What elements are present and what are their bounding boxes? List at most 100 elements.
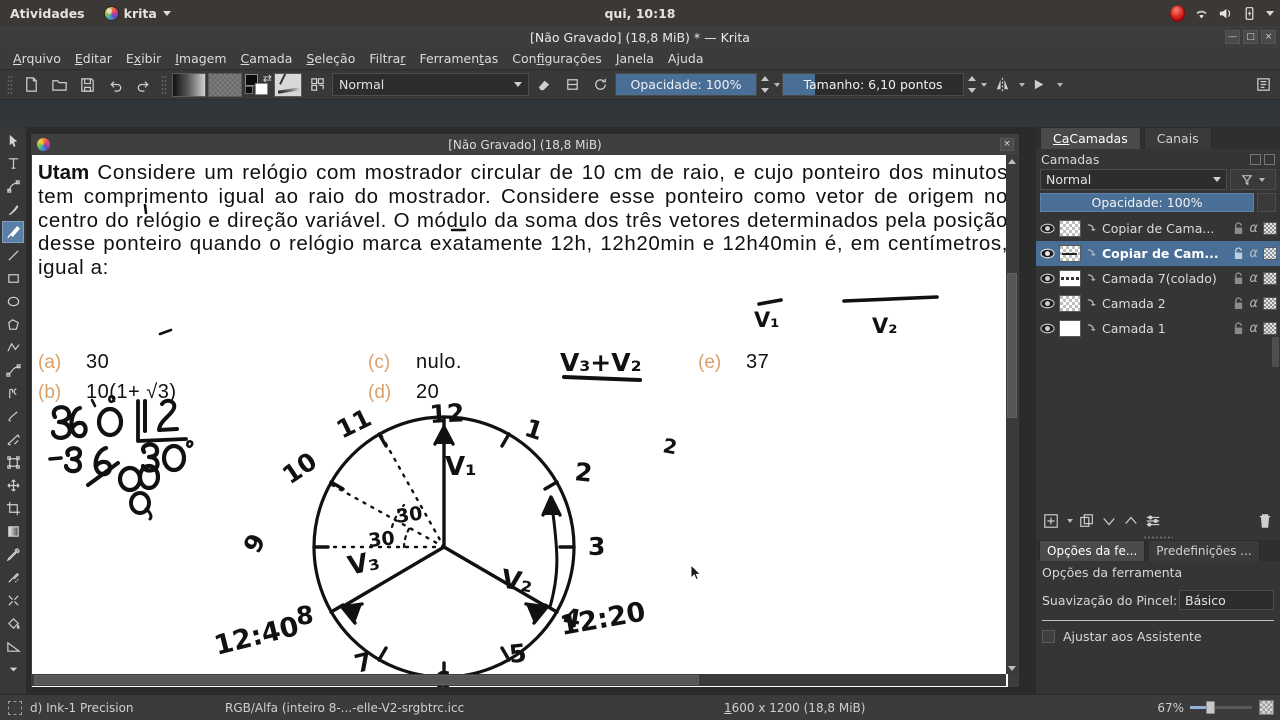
canvas-vertical-scrollbar[interactable] (1006, 155, 1018, 674)
menu-arquivo[interactable]: AArquivorquivo (6, 48, 68, 69)
visibility-eye-icon[interactable] (1040, 296, 1055, 311)
gradient-swatch[interactable] (172, 72, 206, 97)
colorize-mask-icon[interactable] (2, 566, 24, 588)
layer-style-icon[interactable] (1263, 247, 1277, 260)
selection-mask-icon[interactable] (8, 700, 22, 715)
size-slider[interactable]: Tamanho: 6,10 pontos (782, 73, 964, 96)
mirror-h-dropdown-icon[interactable] (1019, 82, 1025, 87)
canvas-thumbnail-icon[interactable] (1259, 700, 1274, 715)
mirror-v-dropdown-icon[interactable] (1057, 82, 1063, 87)
alpha-lock-icon[interactable]: α (1249, 321, 1258, 336)
ellipse-tool[interactable] (2, 290, 24, 312)
lock-icon[interactable] (1233, 297, 1244, 310)
lock-icon[interactable] (1233, 272, 1244, 285)
menu-ajuda[interactable]: Ajuda (661, 48, 711, 69)
record-indicator-icon[interactable] (1170, 4, 1185, 22)
polyline-tool[interactable] (2, 336, 24, 358)
inherit-alpha-icon[interactable] (1085, 222, 1098, 235)
layer-opacity-extra-button[interactable] (1257, 193, 1276, 212)
current-brush-preset[interactable]: d) Ink-1 Precision (30, 701, 225, 715)
visibility-eye-icon[interactable] (1040, 271, 1055, 286)
toolbar-grip-2[interactable] (161, 74, 167, 95)
horizontal-scrollbar-thumb[interactable] (34, 675, 699, 685)
battery-icon[interactable] (1242, 6, 1257, 21)
smart-patch-icon[interactable] (2, 589, 24, 611)
foreground-background-colors[interactable]: ⇄ (244, 72, 272, 97)
alpha-lock-icon[interactable]: α (1249, 271, 1258, 286)
menu-exibir[interactable]: Exibir (119, 48, 168, 69)
duplicate-layer-icon[interactable] (1079, 513, 1095, 529)
tab-predefinicoes[interactable]: Predefinições ... (1148, 540, 1260, 561)
menu-configuracoes[interactable]: Configurações (505, 48, 609, 69)
close-button[interactable]: × (1261, 30, 1276, 44)
add-layer-icon[interactable] (1043, 513, 1059, 529)
alpha-lock-icon[interactable]: α (1249, 246, 1258, 261)
maximize-button[interactable]: □ (1243, 30, 1258, 44)
layer-style-icon[interactable] (1263, 297, 1277, 310)
lock-icon[interactable] (1233, 222, 1244, 235)
alpha-lock-icon[interactable]: α (1249, 221, 1258, 236)
layer-name[interactable]: Camada 7(colado) (1102, 271, 1229, 286)
layer-filter-button[interactable] (1230, 169, 1276, 190)
scroll-up-arrow-icon[interactable] (1006, 155, 1018, 167)
menu-janela[interactable]: Janela (609, 48, 661, 69)
zoom-slider[interactable] (1190, 701, 1252, 715)
blending-mode-select[interactable]: Normal (332, 73, 529, 96)
gradient-tool-icon[interactable] (2, 520, 24, 542)
save-disk-icon[interactable] (74, 73, 100, 97)
subwindow-close-button[interactable]: × (1000, 138, 1014, 151)
layer-style-icon[interactable] (1263, 222, 1277, 235)
move-layer-up-icon[interactable] (1123, 513, 1139, 529)
layer-name[interactable]: Copiar de Cam... (1102, 246, 1229, 261)
snap-to-assistant-checkbox[interactable] (1042, 630, 1055, 643)
brush-presets-grid-icon[interactable] (304, 73, 330, 97)
polygon-tool[interactable] (2, 313, 24, 335)
menu-editar[interactable]: Editar (68, 48, 119, 69)
opacity-spinner[interactable] (759, 73, 770, 96)
clock[interactable]: qui, 10:18 (0, 6, 1280, 21)
text-tool[interactable] (2, 152, 24, 174)
layer-name[interactable]: Copiar de Cama... (1102, 221, 1229, 236)
multibrush-tool[interactable] (2, 428, 24, 450)
visibility-eye-icon[interactable] (1040, 221, 1055, 236)
delete-layer-icon[interactable] (1257, 513, 1273, 529)
inherit-alpha-icon[interactable] (1085, 272, 1098, 285)
transform-tool[interactable] (2, 451, 24, 473)
volume-icon[interactable] (1218, 6, 1233, 21)
dynamic-brush-tool[interactable] (2, 405, 24, 427)
vertical-scrollbar-thumb[interactable] (1007, 273, 1017, 418)
layer-row-2[interactable]: Camada 7(colado) α (1036, 266, 1280, 291)
inherit-alpha-icon[interactable] (1085, 322, 1098, 335)
inherit-alpha-icon[interactable] (1085, 247, 1098, 260)
visibility-eye-icon[interactable] (1040, 246, 1055, 261)
layer-properties-icon[interactable] (1145, 513, 1161, 529)
layer-row-4[interactable]: Camada 1 α (1036, 316, 1280, 341)
canvas-horizontal-scrollbar[interactable] (32, 674, 1006, 686)
preserve-alpha-icon[interactable] (559, 73, 585, 97)
layer-opacity-slider[interactable]: Opacidade: 100% (1040, 193, 1254, 212)
menu-camada[interactable]: Camada (234, 48, 300, 69)
reload-preset-icon[interactable] (587, 73, 613, 97)
layer-style-icon[interactable] (1263, 272, 1277, 285)
opacity-dropdown-icon[interactable] (774, 82, 780, 87)
undo-arrow-icon[interactable] (102, 73, 128, 97)
bezier-curve-tool[interactable] (2, 359, 24, 381)
tab-camadas[interactable]: CaCamadas (1040, 127, 1141, 149)
snap-to-assistant-row[interactable]: Ajustar aos Assistente (1042, 629, 1274, 644)
tab-opcoes-da-ferramenta[interactable]: Opções da fe... (1039, 540, 1146, 561)
visibility-eye-icon[interactable] (1040, 321, 1055, 336)
layer-row-1[interactable]: Copiar de Cam... α (1036, 241, 1280, 266)
brush-smoothing-select[interactable]: Básico (1179, 590, 1274, 610)
layer-name[interactable]: Camada 2 (1102, 296, 1229, 311)
measure-triangle-icon[interactable] (2, 635, 24, 657)
select-shapes-tool[interactable] (2, 129, 24, 151)
lock-icon[interactable] (1233, 247, 1244, 260)
size-spinner[interactable] (966, 73, 977, 96)
color-space-info[interactable]: RGB/Alfa (inteiro 8-...-elle-V2-srgbtrc.… (225, 701, 464, 715)
calligraphy-tool[interactable] (2, 198, 24, 220)
wifi-icon[interactable] (1194, 6, 1209, 21)
add-layer-dropdown-icon[interactable] (1067, 519, 1073, 523)
image-canvas[interactable]: Utam Considere um relógio com mostrador … (32, 155, 1008, 687)
more-tools-chevron-down-icon[interactable] (2, 658, 24, 680)
brush-preset-preview[interactable] (274, 72, 302, 97)
